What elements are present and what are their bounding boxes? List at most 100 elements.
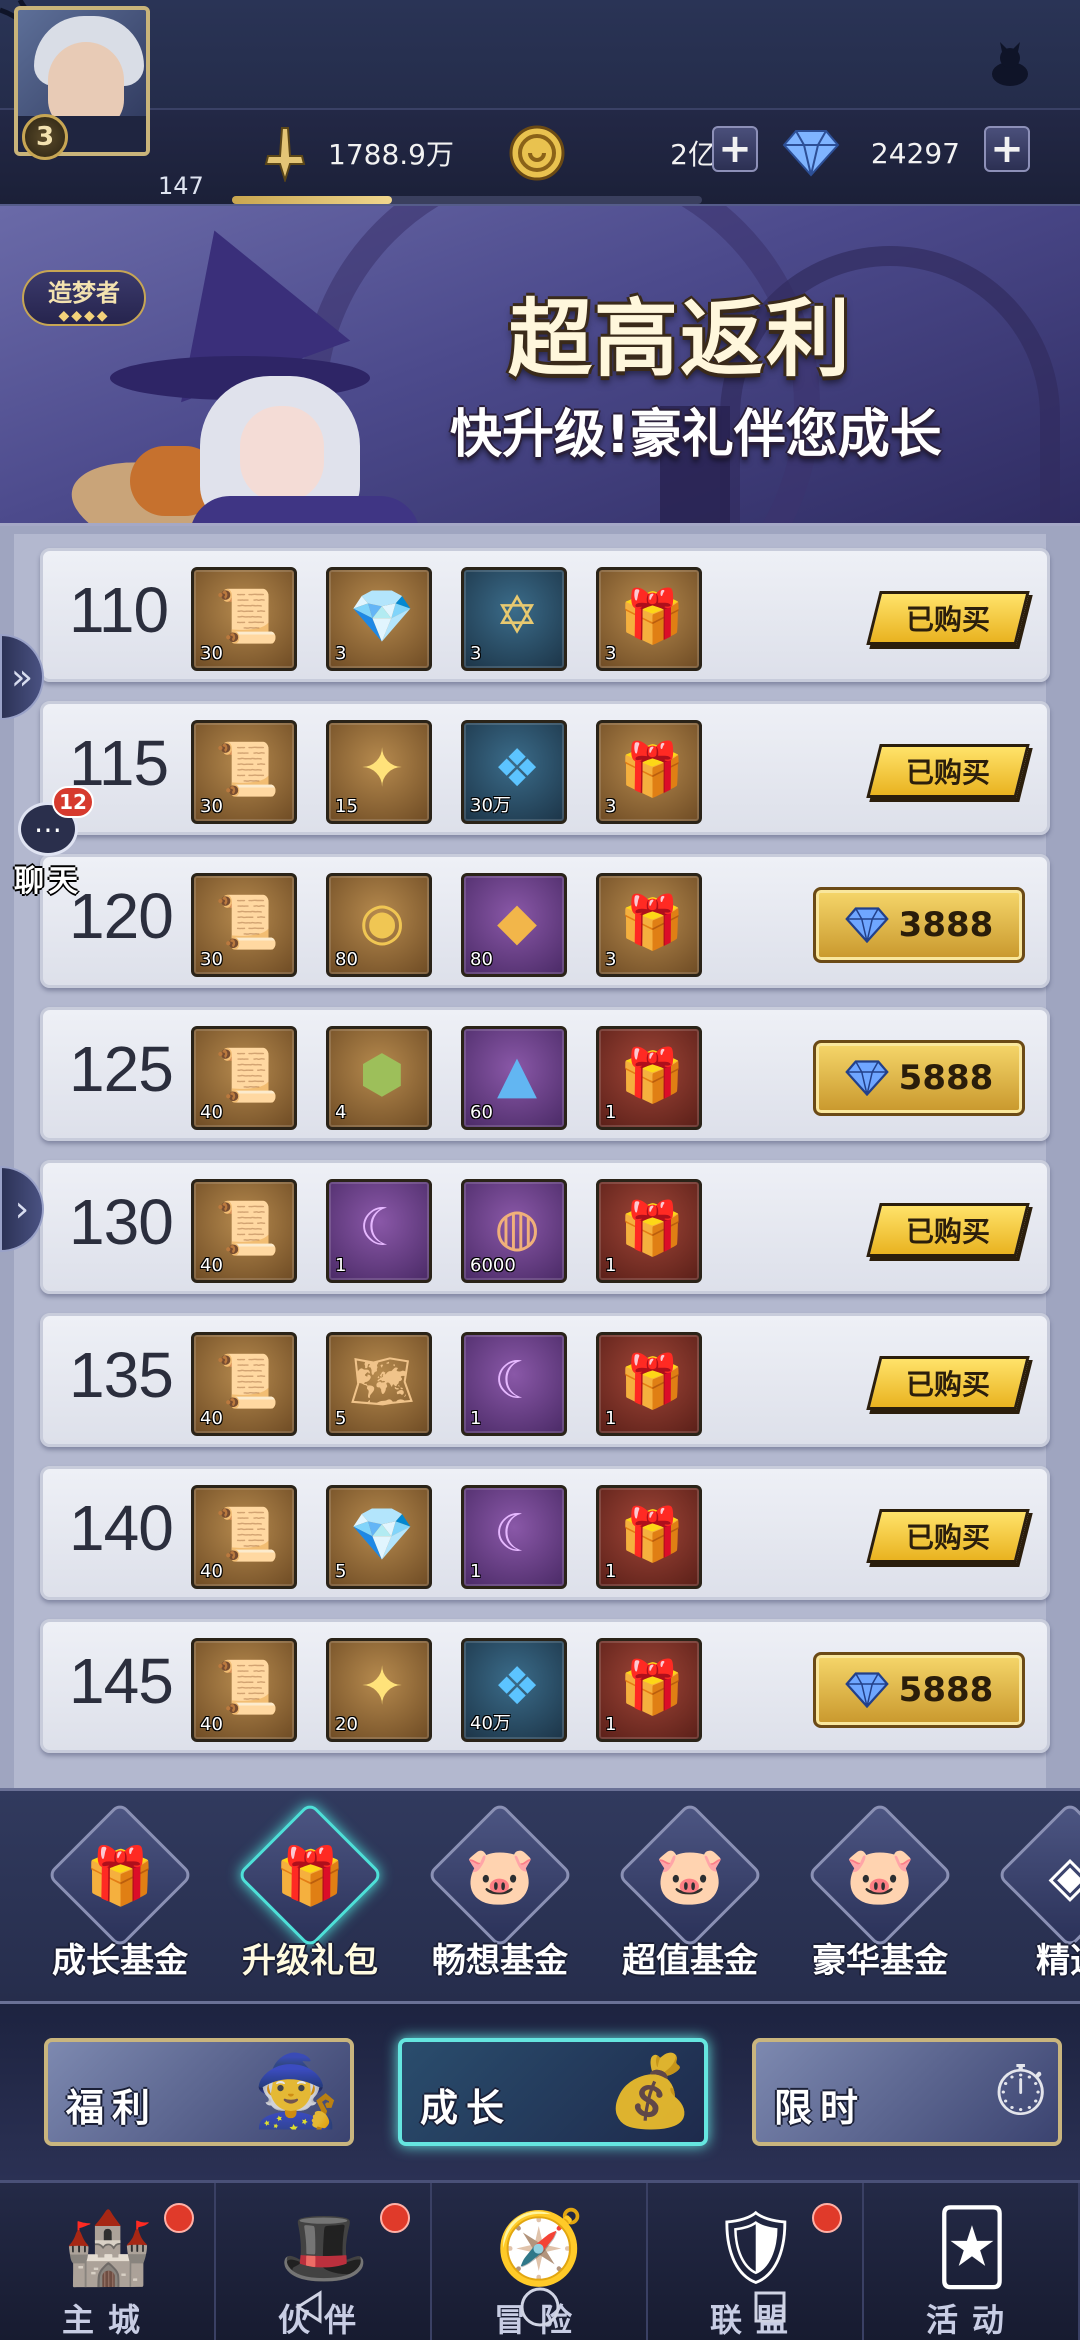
chat-button[interactable]: ⋯ 12 聊天 — [8, 786, 94, 899]
chat-label: 聊天 — [14, 864, 82, 899]
reward-item[interactable]: 📜 30 — [191, 567, 297, 671]
gold-chest-icon: 🎁 — [619, 1198, 685, 1259]
reward-item[interactable]: 🎁 1 — [596, 1485, 702, 1589]
reward-count: 40 — [200, 1714, 223, 1735]
reward-count: 4 — [335, 1102, 347, 1123]
reward-item[interactable]: 📜 40 — [191, 1179, 297, 1283]
reward-item[interactable]: 🎁 1 — [596, 1179, 702, 1283]
reward-item[interactable]: 🎁 1 — [596, 1638, 702, 1742]
gold-chest-icon: 🎁 — [619, 586, 685, 647]
reward-count: 40 — [200, 1102, 223, 1123]
reward-item[interactable]: 📜 30 — [191, 873, 297, 977]
nav-item[interactable]: 🏰 主城 — [0, 2183, 216, 2340]
buy-button[interactable]: 3888 — [813, 887, 1025, 963]
reward-item[interactable]: ⬢ 4 — [326, 1026, 432, 1130]
reward-item[interactable]: 📜 40 — [191, 1026, 297, 1130]
back-icon[interactable] — [285, 2282, 335, 2332]
add-gold-button[interactable]: + — [712, 126, 758, 172]
title-stars: ◆◆◆◆ — [58, 307, 110, 324]
glowing-crystal-icon: ✦ — [360, 739, 404, 799]
reward-item[interactable]: 📜 40 — [191, 1638, 297, 1742]
sword-power-icon — [256, 124, 314, 182]
gold-chest-icon: 🎁 — [619, 1045, 685, 1106]
purchased-label: 已购买 — [905, 603, 990, 636]
gold-chest-icon: 🎁 — [619, 1351, 685, 1412]
reward-item[interactable]: 🎁 1 — [596, 1026, 702, 1130]
blue-triangle-gem-icon: ▲ — [497, 1045, 537, 1105]
reward-count: 3 — [335, 643, 347, 664]
category-label: 成长 — [420, 2086, 513, 2130]
level-gift-row: 110 级 📜 30 💎 3 ✡ 3 🎁 — [40, 548, 1050, 682]
gold-value: 2亿 — [670, 138, 716, 171]
purchased-stamp: 已购买 — [866, 591, 1030, 645]
reward-count: 5 — [335, 1408, 347, 1429]
reward-item[interactable]: 🎁 1 — [596, 1332, 702, 1436]
fund-tab[interactable]: ◈ 精选 — [980, 1801, 1080, 1993]
diamond-icon — [844, 907, 889, 943]
cat-silhouette-icon — [992, 42, 1028, 86]
reward-item[interactable]: 🎁 3 — [596, 873, 702, 977]
reward-item[interactable]: 💎 3 — [326, 567, 432, 671]
reward-count: 30 — [200, 796, 223, 817]
reward-item[interactable]: ◆ 80 — [461, 873, 567, 977]
player-title: 造梦者 — [48, 278, 120, 307]
category-tab[interactable]: ⏱ 限时 — [752, 2038, 1062, 2146]
reward-item[interactable]: ◍ 6000 — [461, 1179, 567, 1283]
buy-button[interactable]: 5888 — [813, 1652, 1025, 1728]
reward-count: 3 — [605, 949, 617, 970]
gold-chest-icon: 🎁 — [619, 892, 685, 953]
player-title-badge[interactable]: 造梦者 ◆◆◆◆ — [22, 270, 146, 326]
level-gift-row: 145 级 📜 40 ✦ 20 ❖ 40万 🎁 — [40, 1619, 1050, 1753]
reward-item[interactable]: ◉ 80 — [326, 873, 432, 977]
reward-item[interactable]: ❖ 30万 — [461, 720, 567, 824]
add-gems-button[interactable]: + — [984, 126, 1030, 172]
reward-count: 1 — [605, 1102, 617, 1123]
red-gem-cluster-icon: 💎 — [349, 586, 415, 647]
row-level-number: 140 — [69, 1492, 174, 1564]
reward-count: 40 — [200, 1255, 223, 1276]
price-value: 5888 — [898, 1058, 994, 1098]
category-tab[interactable]: 🧙 福利 — [44, 2038, 354, 2146]
reward-count: 3 — [605, 643, 617, 664]
reward-item[interactable]: ❖ 40万 — [461, 1638, 567, 1742]
reward-count: 30 — [200, 949, 223, 970]
reward-item[interactable]: ☾ 1 — [326, 1179, 432, 1283]
fund-tab[interactable]: 🎁 升级礼包 — [220, 1801, 400, 1993]
reward-item[interactable]: 💎 5 — [326, 1485, 432, 1589]
reward-count: 15 — [335, 796, 358, 817]
nav-label: 活动 — [925, 2301, 1018, 2339]
fund-tab[interactable]: 🐷 豪华基金 — [790, 1801, 970, 1993]
buy-button[interactable]: 5888 — [813, 1040, 1025, 1116]
reward-item[interactable]: 📜 40 — [191, 1485, 297, 1589]
fund-tab-label: 豪华基金 — [812, 1941, 948, 1981]
sky-background — [0, 0, 1080, 110]
reward-item[interactable]: 🎁 3 — [596, 567, 702, 671]
reward-item[interactable]: 🗺 5 — [326, 1332, 432, 1436]
home-icon[interactable] — [515, 2282, 565, 2332]
crescent-moon-icon: ☾ — [493, 1504, 541, 1564]
reward-item[interactable]: ☾ 1 — [461, 1332, 567, 1436]
reward-item[interactable]: ▲ 60 — [461, 1026, 567, 1130]
reward-item[interactable]: ✡ 3 — [461, 567, 567, 671]
reward-item[interactable]: 📜 30 — [191, 720, 297, 824]
reward-item[interactable]: ☾ 1 — [461, 1485, 567, 1589]
reward-item[interactable]: ✦ 20 — [326, 1638, 432, 1742]
fund-tab-label: 超值基金 — [622, 1941, 758, 1981]
reward-count: 60 — [470, 1102, 493, 1123]
recents-icon[interactable] — [745, 2282, 795, 2332]
map-scroll-icon: 🗺 — [348, 1351, 415, 1412]
fund-tab[interactable]: 🐷 畅想基金 — [410, 1801, 590, 1993]
reward-item[interactable]: 📜 40 — [191, 1332, 297, 1436]
nav-item[interactable]: 🃏 活动 — [864, 2183, 1080, 2340]
pocket-watch-icon: ⏱ — [993, 2050, 1048, 2132]
level-gift-list[interactable]: 110 级 📜 30 💎 3 ✡ 3 🎁 — [0, 526, 1080, 1788]
reward-item[interactable]: 🎁 3 — [596, 720, 702, 824]
category-tab[interactable]: 💰 成长 — [398, 2038, 708, 2146]
fund-tab[interactable]: 🎁 成长基金 — [30, 1801, 210, 1993]
reward-item[interactable]: ✦ 15 — [326, 720, 432, 824]
hexagram-emblem-icon: ✡ — [495, 586, 539, 646]
level-gift-row: 120 级 📜 30 ◉ 80 ◆ 80 🎁 — [40, 854, 1050, 988]
fund-tab[interactable]: 🐷 超值基金 — [600, 1801, 780, 1993]
diamond-icon — [844, 1060, 889, 1096]
reward-count: 1 — [605, 1408, 617, 1429]
